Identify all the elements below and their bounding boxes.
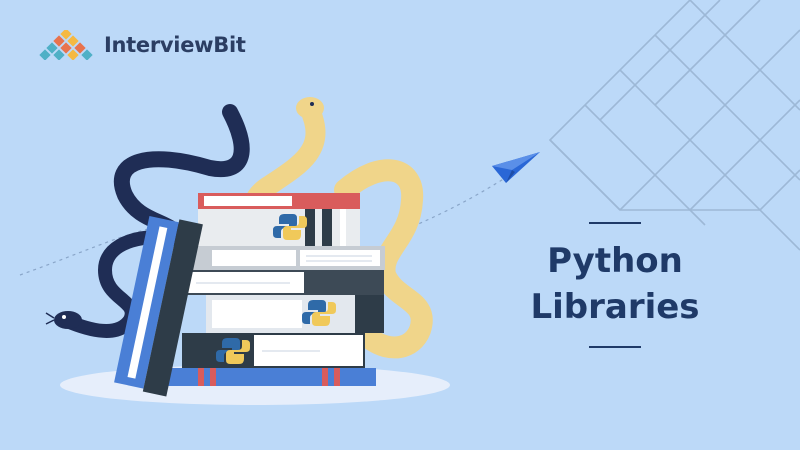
title-line-1: Python <box>547 241 683 281</box>
paper-plane-icon <box>492 152 540 183</box>
diamond-grid-decoration <box>548 0 800 251</box>
book-stack-illustration <box>114 193 385 397</box>
title-text: Python Libraries <box>510 224 720 346</box>
snake-navy-head <box>45 311 82 329</box>
title-line-2: Libraries <box>530 287 700 327</box>
hero-banner: InterviewBit Python Libraries <box>0 0 800 450</box>
snake-yellow-head <box>296 97 324 119</box>
page-title: Python Libraries <box>510 222 720 348</box>
title-rule-bottom <box>589 346 641 348</box>
